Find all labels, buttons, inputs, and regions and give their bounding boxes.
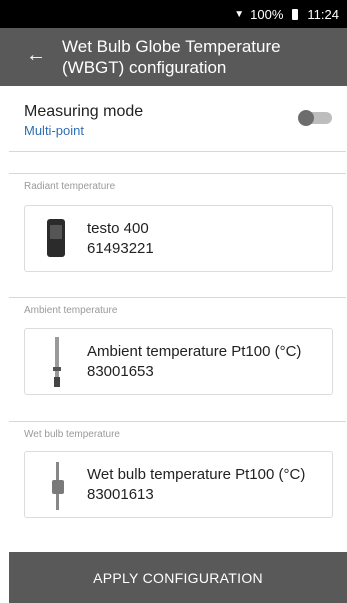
- status-bar: ▼ 100% 11:24: [0, 0, 347, 28]
- page-title: Wet Bulb Globe Temperature (WBGT) config…: [62, 37, 281, 77]
- app-bar: ← Wet Bulb Globe Temperature (WBGT) conf…: [0, 28, 347, 86]
- section-label-wet-bulb: Wet bulb temperature: [24, 429, 120, 440]
- measuring-mode-row[interactable]: Measuring mode Multi-point: [0, 86, 347, 152]
- toggle-thumb: [298, 110, 314, 126]
- section-label-ambient: Ambient temperature: [24, 305, 118, 316]
- battery-percent: 100%: [250, 6, 284, 22]
- device-serial: 61493221: [87, 240, 154, 257]
- measuring-mode-value: Multi-point: [24, 123, 84, 138]
- divider: [9, 173, 346, 174]
- divider: [9, 151, 346, 152]
- wifi-icon: ▼: [234, 8, 245, 20]
- temperature-probe-icon: [53, 337, 61, 387]
- measuring-mode-toggle[interactable]: [298, 110, 334, 126]
- back-arrow-icon[interactable]: ←: [26, 45, 46, 65]
- device-serial: 83001653: [87, 363, 154, 380]
- device-name: Wet bulb temperature Pt100 (°C): [87, 466, 306, 483]
- device-serial: 83001613: [87, 486, 154, 503]
- clock: 11:24: [307, 6, 339, 22]
- measuring-mode-label: Measuring mode: [24, 103, 144, 120]
- apply-configuration-button[interactable]: APPLY CONFIGURATION: [9, 552, 347, 603]
- device-card-wet-bulb[interactable]: Wet bulb temperature Pt100 (°C) 83001613: [24, 451, 333, 518]
- section-label-radiant: Radiant temperature: [24, 181, 116, 192]
- device-card-ambient[interactable]: Ambient temperature Pt100 (°C) 83001653: [24, 328, 333, 395]
- device-card-radiant[interactable]: testo 400 61493221: [24, 205, 333, 272]
- meter-device-icon: [47, 219, 65, 257]
- battery-icon: [292, 8, 299, 20]
- device-name: Ambient temperature Pt100 (°C): [87, 343, 302, 360]
- device-name: testo 400: [87, 220, 149, 237]
- divider: [9, 421, 346, 422]
- divider: [9, 297, 346, 298]
- wet-bulb-probe-icon: [51, 462, 65, 510]
- left-edge: [0, 86, 9, 603]
